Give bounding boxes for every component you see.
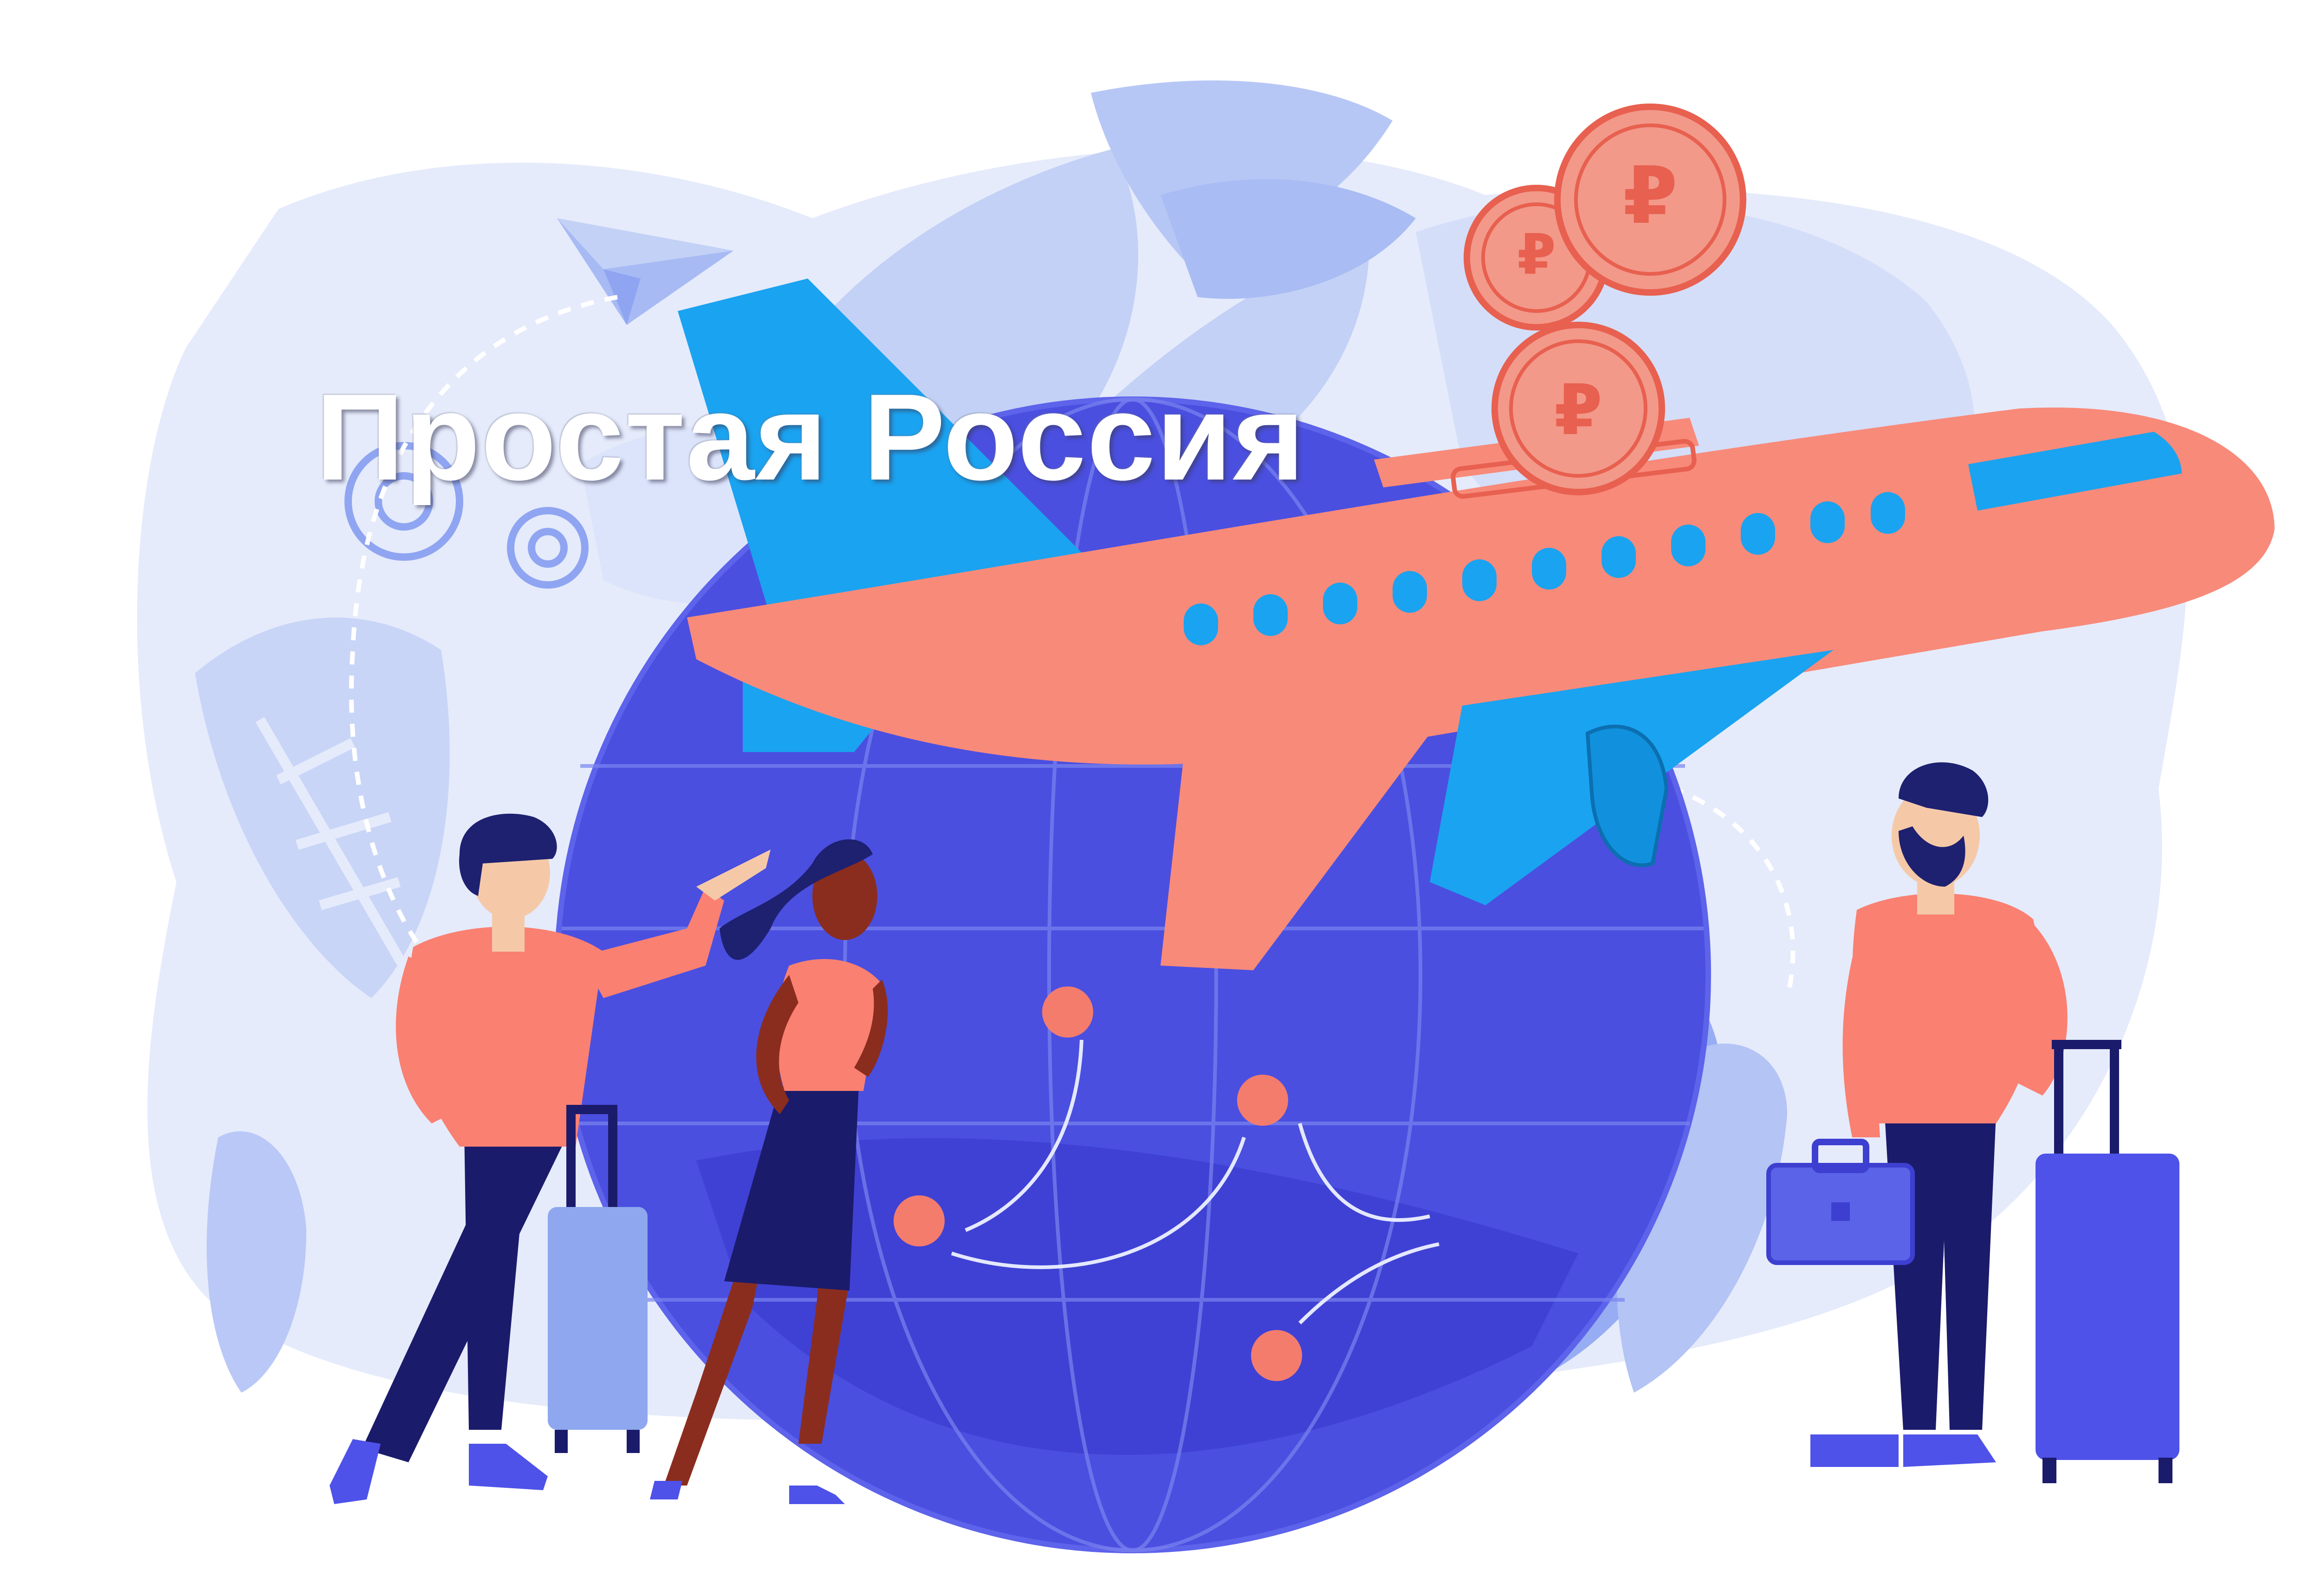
svg-text:₽: ₽ — [1554, 370, 1602, 451]
svg-text:₽: ₽ — [1517, 223, 1556, 287]
travel-illustration: ₽ ₽ ₽ — [137, 80, 2275, 1553]
headline-title: Простая Россия — [316, 369, 1306, 506]
svg-text:₽: ₽ — [1623, 150, 1678, 242]
suitcase-icon — [2036, 1040, 2179, 1483]
